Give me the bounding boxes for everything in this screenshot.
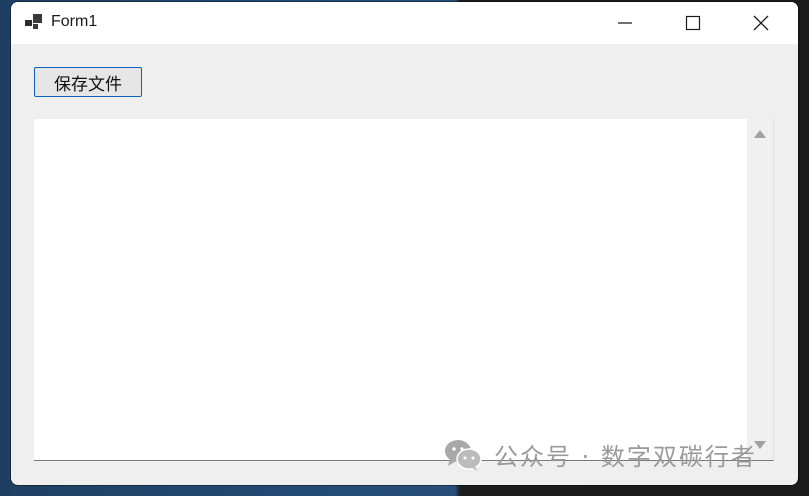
wechat-icon: [445, 439, 482, 471]
minimize-icon: [618, 22, 632, 24]
vertical-scrollbar[interactable]: [747, 119, 773, 460]
save-file-button[interactable]: 保存文件: [34, 67, 142, 97]
maximize-button[interactable]: [659, 2, 727, 44]
watermark: 公众号 · 数字双碳行者: [444, 437, 757, 472]
window-title: Form1: [51, 13, 98, 30]
winforms-app-icon: [25, 14, 43, 30]
minimize-button[interactable]: [591, 2, 659, 44]
watermark-text: 公众号 · 数字双碳行者: [494, 443, 757, 471]
form-window: Form1 保存文件: [11, 2, 798, 485]
multiline-textbox[interactable]: [34, 119, 774, 461]
maximize-icon: [685, 15, 701, 31]
title-bar[interactable]: Form1: [11, 2, 798, 44]
close-icon: [753, 15, 769, 31]
close-button[interactable]: [727, 2, 795, 44]
scroll-up-arrow-icon[interactable]: [754, 130, 766, 138]
